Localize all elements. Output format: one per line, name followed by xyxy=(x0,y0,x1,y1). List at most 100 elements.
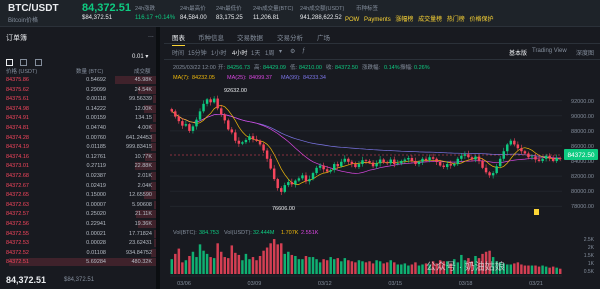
tag-pow[interactable]: POW xyxy=(345,17,359,23)
volume-bar xyxy=(530,265,534,274)
tag-volume[interactable]: 成交量榜 xyxy=(418,17,442,23)
volume-tick: 0.5K xyxy=(584,269,595,275)
ask-total: 22.88K xyxy=(134,163,152,170)
volume-bar xyxy=(343,258,347,274)
ask-row[interactable]: 84372.65 0.15000 12.65590 xyxy=(0,191,156,200)
ask-total: 19.36K xyxy=(134,221,152,227)
ask-row[interactable]: 84374.98 0.14222 12.00K xyxy=(0,104,156,113)
stat-volume-usdt: 24h成交额(USDT) 941,288,622.52 xyxy=(300,6,345,21)
time-tick: 03/06 xyxy=(177,281,191,287)
precision-select[interactable]: 0.01 ▾ xyxy=(132,53,148,60)
ask-row[interactable]: 84372.57 0.25020 21.11K xyxy=(0,210,156,219)
interval-1w[interactable]: 1周 xyxy=(265,48,274,57)
ask-row[interactable]: 84372.52 0.01108 934.84752 xyxy=(0,248,156,257)
chevron-down-icon[interactable]: ▾ xyxy=(279,48,282,55)
interval-4h[interactable]: 4小时 xyxy=(232,48,247,57)
ask-total: 5.90608 xyxy=(132,201,152,208)
view-basic[interactable]: 基本版 xyxy=(509,48,527,57)
tag-hot[interactable]: 热门榜 xyxy=(447,17,465,23)
tag-payments[interactable]: Payments xyxy=(364,17,391,23)
ask-amount: 0.15000 xyxy=(86,192,106,199)
ask-row[interactable]: 84375.86 0.54692 45.98K xyxy=(0,76,156,84)
tag-gainers[interactable]: 涨幅榜 xyxy=(395,17,413,23)
volume-bar xyxy=(191,251,195,274)
ask-row[interactable]: 84372.68 0.02387 2.01K xyxy=(0,172,156,180)
ask-price: 84375.86 xyxy=(6,77,29,83)
ask-row[interactable]: 84374.16 0.12761 10.77K xyxy=(0,152,156,161)
depth-bar xyxy=(154,229,156,238)
ask-total: 23.62431 xyxy=(129,240,152,247)
ask-row[interactable]: 84372.63 0.00007 5.90608 xyxy=(0,200,156,209)
ask-price: 84374.19 xyxy=(6,144,29,151)
tag-price-protect[interactable]: 价格保护 xyxy=(469,17,493,23)
price-tick: 92000.00 xyxy=(571,99,594,105)
both-sides-icon[interactable] xyxy=(6,59,13,66)
volume-bar xyxy=(523,265,527,274)
ask-row[interactable]: 84372.56 0.22941 19.36K xyxy=(0,220,156,228)
interval-15m[interactable]: 15分钟 xyxy=(188,48,207,57)
volume-axis: 2.5K 2K 1.5K 1K 0.5K xyxy=(584,237,595,275)
symbol-pair[interactable]: BTC/USDT xyxy=(8,3,59,14)
ask-row[interactable]: 84372.55 0.00021 17.71824 xyxy=(0,229,156,238)
view-tradingview[interactable]: Trading View xyxy=(532,48,567,54)
volume-bar xyxy=(188,256,191,274)
candle-body xyxy=(438,161,442,166)
interval-1d[interactable]: 1天 xyxy=(251,48,260,57)
ask-row[interactable]: 84372.51 5.69284 480.32K xyxy=(0,258,156,267)
candle-body xyxy=(237,140,241,144)
ask-row[interactable]: 84374.91 0.00159 134.15 xyxy=(0,114,156,123)
volume-bar xyxy=(244,253,248,274)
candle-body xyxy=(544,155,548,159)
candle-body xyxy=(442,165,445,168)
ask-row[interactable]: 84375.62 0.29099 24.54K xyxy=(0,85,156,94)
volume-bar xyxy=(304,256,308,274)
ask-row[interactable]: 84375.61 0.00118 99.56339 xyxy=(0,95,156,104)
ask-row[interactable]: 84372.53 0.00028 23.62431 xyxy=(0,239,156,248)
ask-row[interactable]: 84372.67 0.02419 2.04K xyxy=(0,181,156,190)
ask-row[interactable]: 84374.19 0.01185 999.83415 xyxy=(0,143,156,152)
candle-body xyxy=(371,162,375,167)
volume-bar xyxy=(308,257,311,274)
settings-icon[interactable]: ⚙ xyxy=(290,48,295,55)
ask-row[interactable]: 84374.81 0.04740 4.00K xyxy=(0,124,156,132)
ma99-path xyxy=(171,111,561,160)
candle-body xyxy=(209,99,212,103)
tab-trade-data[interactable]: 交易数据 xyxy=(237,32,263,42)
volume-bar xyxy=(290,254,294,274)
ask-amount: 0.12761 xyxy=(86,153,106,160)
asks-only-icon[interactable] xyxy=(34,59,42,66)
symbol-subtitle[interactable]: Bitcoin价格 xyxy=(8,15,38,24)
ask-amount: 0.54692 xyxy=(86,77,106,83)
view-depth[interactable]: 深度图 xyxy=(576,48,594,57)
ask-amount: 5.69284 xyxy=(86,259,106,266)
candle-body xyxy=(378,159,382,164)
volume-bar xyxy=(544,266,548,274)
volume-bar xyxy=(212,258,216,274)
candle-body xyxy=(170,109,174,112)
tab-square[interactable]: 广场 xyxy=(317,32,330,42)
interval-1h[interactable]: 1小时 xyxy=(211,48,226,57)
ask-row[interactable]: 84374.28 0.00760 641.24453 xyxy=(0,133,156,142)
tab-coin-info[interactable]: 币种信息 xyxy=(198,32,224,42)
indicator-icon[interactable]: ƒ xyxy=(302,48,305,54)
ask-row[interactable]: 84373.01 0.27119 22.88K xyxy=(0,162,156,171)
ask-price: 84372.68 xyxy=(6,173,29,179)
bids-only-icon[interactable] xyxy=(20,59,28,66)
tab-trade-analysis[interactable]: 交易分析 xyxy=(277,32,303,42)
volume-bar xyxy=(527,265,530,274)
candle-body xyxy=(520,148,523,152)
candle-body xyxy=(315,167,318,174)
candle-body xyxy=(212,98,216,103)
candle-body xyxy=(219,108,223,115)
order-marker-icon[interactable] xyxy=(534,209,539,215)
candle-body xyxy=(474,156,477,160)
ma7-line xyxy=(171,105,561,185)
candle-body xyxy=(311,173,315,180)
candle-body xyxy=(558,158,562,159)
more-icon[interactable]: ... xyxy=(148,32,154,39)
candlestick-chart[interactable]: 92000.0090000.0088000.0086000.0084000.00… xyxy=(164,60,600,289)
tab-chart[interactable]: 图表 xyxy=(172,32,185,46)
volume-bar xyxy=(181,262,184,274)
ask-price: 84372.52 xyxy=(6,249,29,256)
order-book-title: 订单簿 xyxy=(6,35,27,42)
